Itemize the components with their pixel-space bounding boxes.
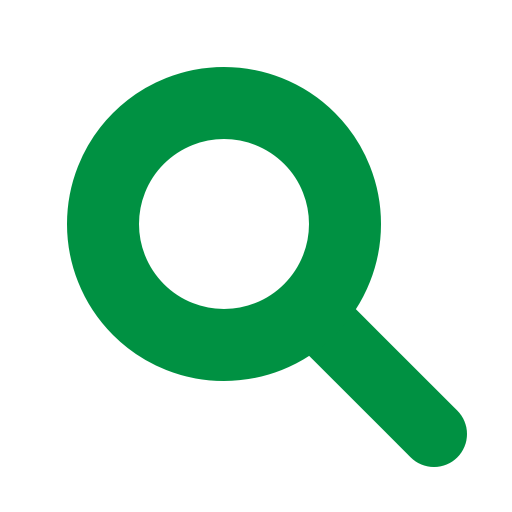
search-icon-lens [67,67,381,381]
search-icon-handle [297,297,467,467]
search-icon[interactable] [0,0,512,512]
app-canvas [0,0,512,512]
search-icon-container[interactable] [0,0,512,512]
